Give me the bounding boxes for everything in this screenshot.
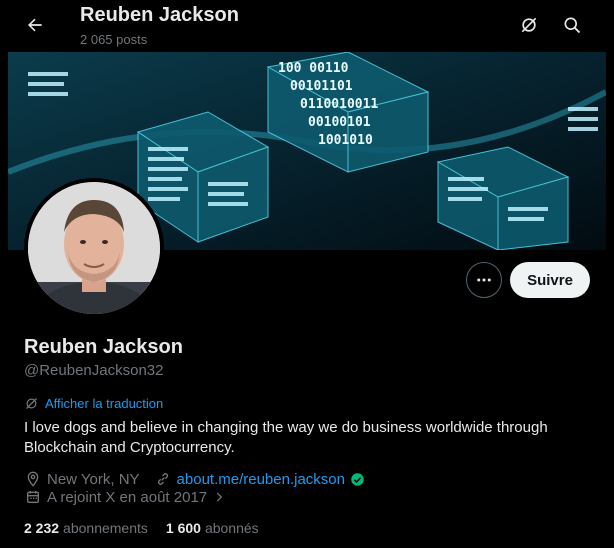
banner-digits-1: 100 00110 — [278, 61, 349, 76]
profile-header: Reuben Jackson 2 065 posts — [0, 0, 614, 52]
profile-website-link[interactable]: about.me/reuben.jackson — [177, 471, 345, 488]
arrow-left-icon — [28, 18, 42, 32]
profile-handle: @ReubenJackson32 — [24, 362, 164, 379]
post-count: 2 065 posts — [80, 32, 148, 47]
back-button[interactable] — [18, 8, 52, 42]
search-icon — [564, 17, 581, 34]
link-icon — [154, 470, 172, 488]
followers-count: 1 600 — [165, 520, 201, 536]
more-horizontal-icon — [477, 278, 491, 282]
profile-name: Reuben Jackson — [24, 336, 183, 358]
translate-icon — [26, 398, 37, 409]
grok-button[interactable] — [512, 8, 546, 42]
avatar-photo — [28, 182, 160, 314]
following-stat[interactable]: 2 232 abonnements — [24, 520, 148, 536]
calendar-icon — [24, 488, 42, 506]
translate-link[interactable]: Afficher la traduction — [24, 396, 163, 411]
banner-digits-5: 1001010 — [318, 133, 373, 148]
banner-digits-3: 0110010011 — [300, 97, 378, 112]
more-options-button[interactable] — [466, 262, 502, 298]
followers-label: abonnés — [204, 520, 259, 536]
profile-joined-date: A rejoint X en août 2017 — [47, 488, 208, 506]
followers-stat[interactable]: 1 600 abonnés — [166, 520, 259, 536]
profile-joined-row[interactable]: A rejoint X en août 2017 — [24, 488, 233, 506]
profile-meta-row: New York, NY about.me/reuben.jackson — [24, 470, 366, 488]
header-title: Reuben Jackson — [80, 4, 239, 26]
grok-icon — [521, 17, 537, 33]
banner-digits-4: 00100101 — [308, 115, 371, 130]
profile-location: New York, NY — [47, 470, 140, 488]
chevron-right-icon — [210, 488, 228, 506]
verified-check-icon — [348, 470, 366, 488]
search-button[interactable] — [555, 8, 589, 42]
translate-label: Afficher la traduction — [45, 396, 164, 411]
banner-digits-2: 00101101 — [290, 79, 353, 94]
avatar-image — [28, 182, 160, 314]
following-label: abonnements — [63, 520, 148, 536]
profile-stats: 2 232 abonnements 1 600 abonnés — [24, 520, 277, 536]
profile-bio: I love dogs and believe in changing the … — [24, 419, 548, 456]
location-icon — [24, 470, 42, 488]
avatar[interactable] — [24, 178, 164, 318]
follow-button[interactable]: Suivre — [510, 262, 590, 298]
following-count: 2 232 — [24, 520, 60, 536]
